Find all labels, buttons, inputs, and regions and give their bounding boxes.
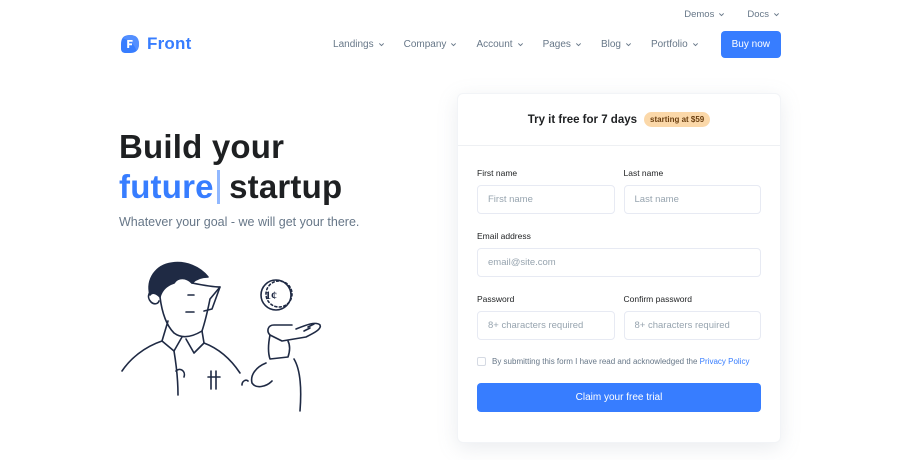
last-name-label: Last name <box>623 168 664 178</box>
demos-dropdown[interactable]: Demos <box>684 9 725 20</box>
password-label: Password <box>477 294 515 304</box>
nav-label: Account <box>476 38 513 50</box>
terms-text-wrap: By submitting this form I have read and … <box>492 356 749 368</box>
chevron-down-icon <box>719 13 725 17</box>
email-label: Email address <box>477 231 531 241</box>
signup-form: First name Last name Email address Passw… <box>477 168 761 412</box>
logo-text: Front <box>147 34 192 53</box>
chevron-down-icon <box>625 42 631 46</box>
first-name-group: First name <box>477 168 615 214</box>
privacy-policy-link[interactable]: Privacy Policy <box>700 357 750 366</box>
nav-account[interactable]: Account <box>476 39 523 50</box>
password-input[interactable] <box>477 311 615 340</box>
chevron-down-icon <box>575 42 581 46</box>
chevron-down-icon <box>517 42 523 46</box>
terms-text: By submitting this form I have read and … <box>492 357 700 366</box>
nav-blog[interactable]: Blog <box>601 39 632 50</box>
card-title: Try it free for 7 days <box>527 113 638 126</box>
top-utility-bar: Demos Docs <box>684 9 780 20</box>
nav-company[interactable]: Company <box>404 39 458 50</box>
confirm-password-label: Confirm password <box>623 294 693 304</box>
chevron-down-icon <box>378 42 384 46</box>
brand-logo[interactable]: Front <box>119 33 191 55</box>
nav-label: Pages <box>542 38 571 50</box>
chevron-down-icon <box>773 13 780 17</box>
card-header: Try it free for 7 days starting at $59 <box>458 94 780 146</box>
email-group: Email address <box>477 231 761 277</box>
hero-title-line1: Build your <box>119 128 285 165</box>
nav-portfolio[interactable]: Portfolio <box>651 39 699 50</box>
terms-row: By submitting this form I have read and … <box>477 356 761 368</box>
claim-trial-button[interactable]: Claim your free trial <box>477 383 761 412</box>
last-name-group: Last name <box>623 168 761 214</box>
docs-label: Docs <box>747 9 769 20</box>
hero-title-rest: startup <box>229 168 343 205</box>
main-header: Front Landings Company Account Pages Blo… <box>119 30 781 58</box>
nav-landings[interactable]: Landings <box>333 39 385 50</box>
confirm-password-input[interactable] <box>623 311 761 340</box>
password-group: Password <box>477 294 615 340</box>
front-logo-icon <box>121 35 139 53</box>
signup-card: Try it free for 7 days starting at $59 F… <box>457 93 781 443</box>
chevron-down-icon <box>451 42 457 46</box>
first-name-input[interactable] <box>477 185 615 214</box>
email-input[interactable] <box>477 248 761 277</box>
nav-pages[interactable]: Pages <box>543 39 582 50</box>
coin-label: 1¢ <box>265 288 277 302</box>
demos-label: Demos <box>684 9 715 20</box>
hero-title-accent: future <box>119 168 214 205</box>
nav-label: Portfolio <box>650 38 688 50</box>
nav-label: Company <box>403 38 447 50</box>
nav-label: Blog <box>600 38 621 50</box>
docs-dropdown[interactable]: Docs <box>747 9 780 20</box>
last-name-input[interactable] <box>623 185 761 214</box>
password-row: Password Confirm password <box>477 294 761 340</box>
hero-title: Build your future startup <box>119 127 342 207</box>
price-badge: starting at $59 <box>644 112 711 127</box>
chevron-down-icon <box>692 42 698 46</box>
typing-cursor <box>216 170 220 204</box>
nav-label: Landings <box>333 38 374 50</box>
confirm-password-group: Confirm password <box>623 294 761 340</box>
startup-illustration <box>121 261 322 412</box>
first-name-label: First name <box>477 168 518 178</box>
buy-now-button[interactable]: Buy now <box>720 30 781 58</box>
main-nav: Landings Company Account Pages Blog Port… <box>333 30 781 58</box>
terms-checkbox[interactable] <box>477 357 486 366</box>
name-row: First name Last name <box>477 168 761 214</box>
hero-subtitle: Whatever your goal - we will get your th… <box>119 215 360 229</box>
